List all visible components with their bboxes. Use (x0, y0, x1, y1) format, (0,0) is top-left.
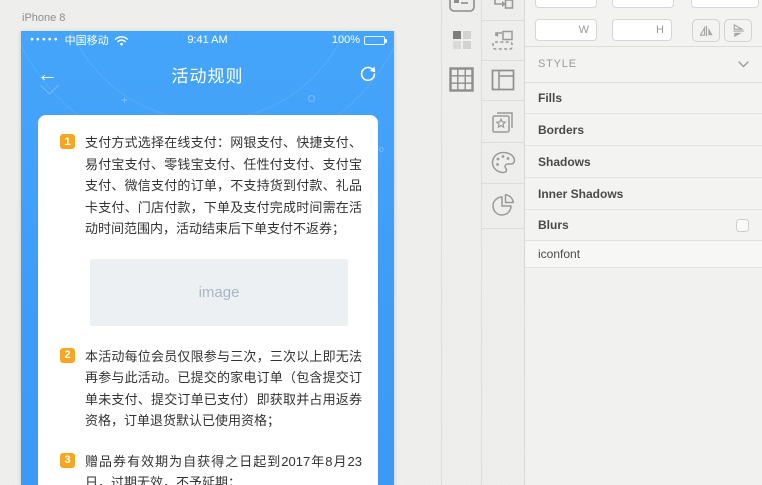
style-row-shadows[interactable]: Shadows (525, 146, 762, 178)
rule-text: 赠品券有效期为自获得之日起到2017年8月23日，过期无效，不予延期； (85, 451, 362, 485)
rule-number-badge: 2 (60, 348, 75, 363)
rotation-field[interactable] (691, 0, 759, 8)
style-row-label: Inner Shadows (538, 187, 623, 201)
height-field[interactable]: H (612, 19, 672, 41)
refresh-icon[interactable] (358, 64, 378, 84)
components-swatch-icon[interactable] (442, 31, 481, 49)
iconfont-row-label: iconfont (538, 247, 580, 261)
style-row-fills[interactable]: Fills (525, 82, 762, 114)
page-title: 活动规则 (21, 62, 394, 87)
style-row-label: Borders (538, 123, 584, 137)
artboard-title[interactable]: iPhone 8 (22, 12, 65, 24)
move-into-group-icon[interactable] (482, 0, 524, 12)
styles-star-icon[interactable] (482, 110, 524, 134)
plugin-toolbar-right (481, 0, 524, 485)
rule-item-1: 1 支付方式选择在线支付：网银支付、快捷支付、易付宝支付、零钱宝支付、任性付支付… (60, 132, 362, 240)
resize-frame-icon[interactable] (482, 30, 524, 51)
battery-percent-label: 100% (332, 34, 360, 46)
style-row-label: Blurs (538, 218, 569, 232)
style-section-header[interactable]: STYLE (525, 46, 762, 82)
artboard-iphone8[interactable]: + ●●●●● 中国移动 9:41 AM 100% ← 活动规则 (21, 31, 394, 485)
style-row-label: Shadows (538, 155, 591, 169)
rules-card: 1 支付方式选择在线支付：网银支付、快捷支付、易付宝支付、零钱宝支付、任性付支付… (38, 115, 378, 485)
rule-item-3: 3 赠品券有效期为自获得之日起到2017年8月23日，过期无效，不予延期； (60, 451, 362, 485)
canvas-area[interactable]: iPhone 8 + ●●●●● 中国移动 9:41 AM 100% (0, 0, 441, 485)
blurs-checkbox[interactable] (736, 219, 749, 232)
position-x-field[interactable] (535, 0, 597, 8)
style-row-borders[interactable]: Borders (525, 114, 762, 146)
image-placeholder-label: image (199, 284, 240, 301)
nav-bar: ← 活动规则 (21, 49, 394, 99)
rule-text: 本活动每位会员仅限参与三次，三次以上即无法再参与此活动。已提交的家电订单（包含提… (85, 346, 362, 432)
rule-number-badge: 3 (60, 453, 75, 468)
list-card-icon[interactable] (442, 0, 481, 12)
flip-horizontal-button[interactable] (692, 19, 720, 42)
rule-item-2: 2 本活动每位会员仅限参与三次，三次以上即无法再参与此活动。已提交的家电订单（包… (60, 346, 362, 432)
chevron-down-icon[interactable] (738, 61, 749, 68)
height-field-label: H (656, 24, 664, 36)
style-section-label: STYLE (538, 58, 577, 70)
iconfont-plugin-row[interactable]: iconfont (525, 241, 762, 268)
layout-columns-icon[interactable] (482, 69, 524, 91)
style-row-inner-shadows[interactable]: Inner Shadows (525, 178, 762, 210)
inspector-panel: W H STYLE Fills Borders Shad (524, 0, 762, 485)
decorative-dot (379, 147, 384, 152)
plugin-toolbar-left (441, 0, 481, 485)
pie-chart-icon[interactable] (482, 193, 524, 217)
width-field[interactable]: W (535, 19, 597, 41)
grid-table-icon[interactable] (442, 67, 481, 92)
width-field-label: W (579, 24, 589, 36)
rule-number-badge: 1 (60, 134, 75, 149)
palette-icon[interactable] (482, 151, 524, 174)
image-placeholder: image (90, 259, 348, 326)
flip-vertical-button[interactable] (724, 19, 752, 42)
inspector-empty-area (525, 269, 762, 485)
status-bar: ●●●●● 中国移动 9:41 AM 100% (21, 31, 394, 49)
style-row-label: Fills (538, 91, 562, 105)
battery-icon (364, 36, 385, 45)
rule-text: 支付方式选择在线支付：网银支付、快捷支付、易付宝支付、零钱宝支付、任性付支付、支… (85, 132, 362, 240)
position-y-field[interactable] (612, 0, 674, 8)
style-row-blurs[interactable]: Blurs (525, 210, 762, 241)
